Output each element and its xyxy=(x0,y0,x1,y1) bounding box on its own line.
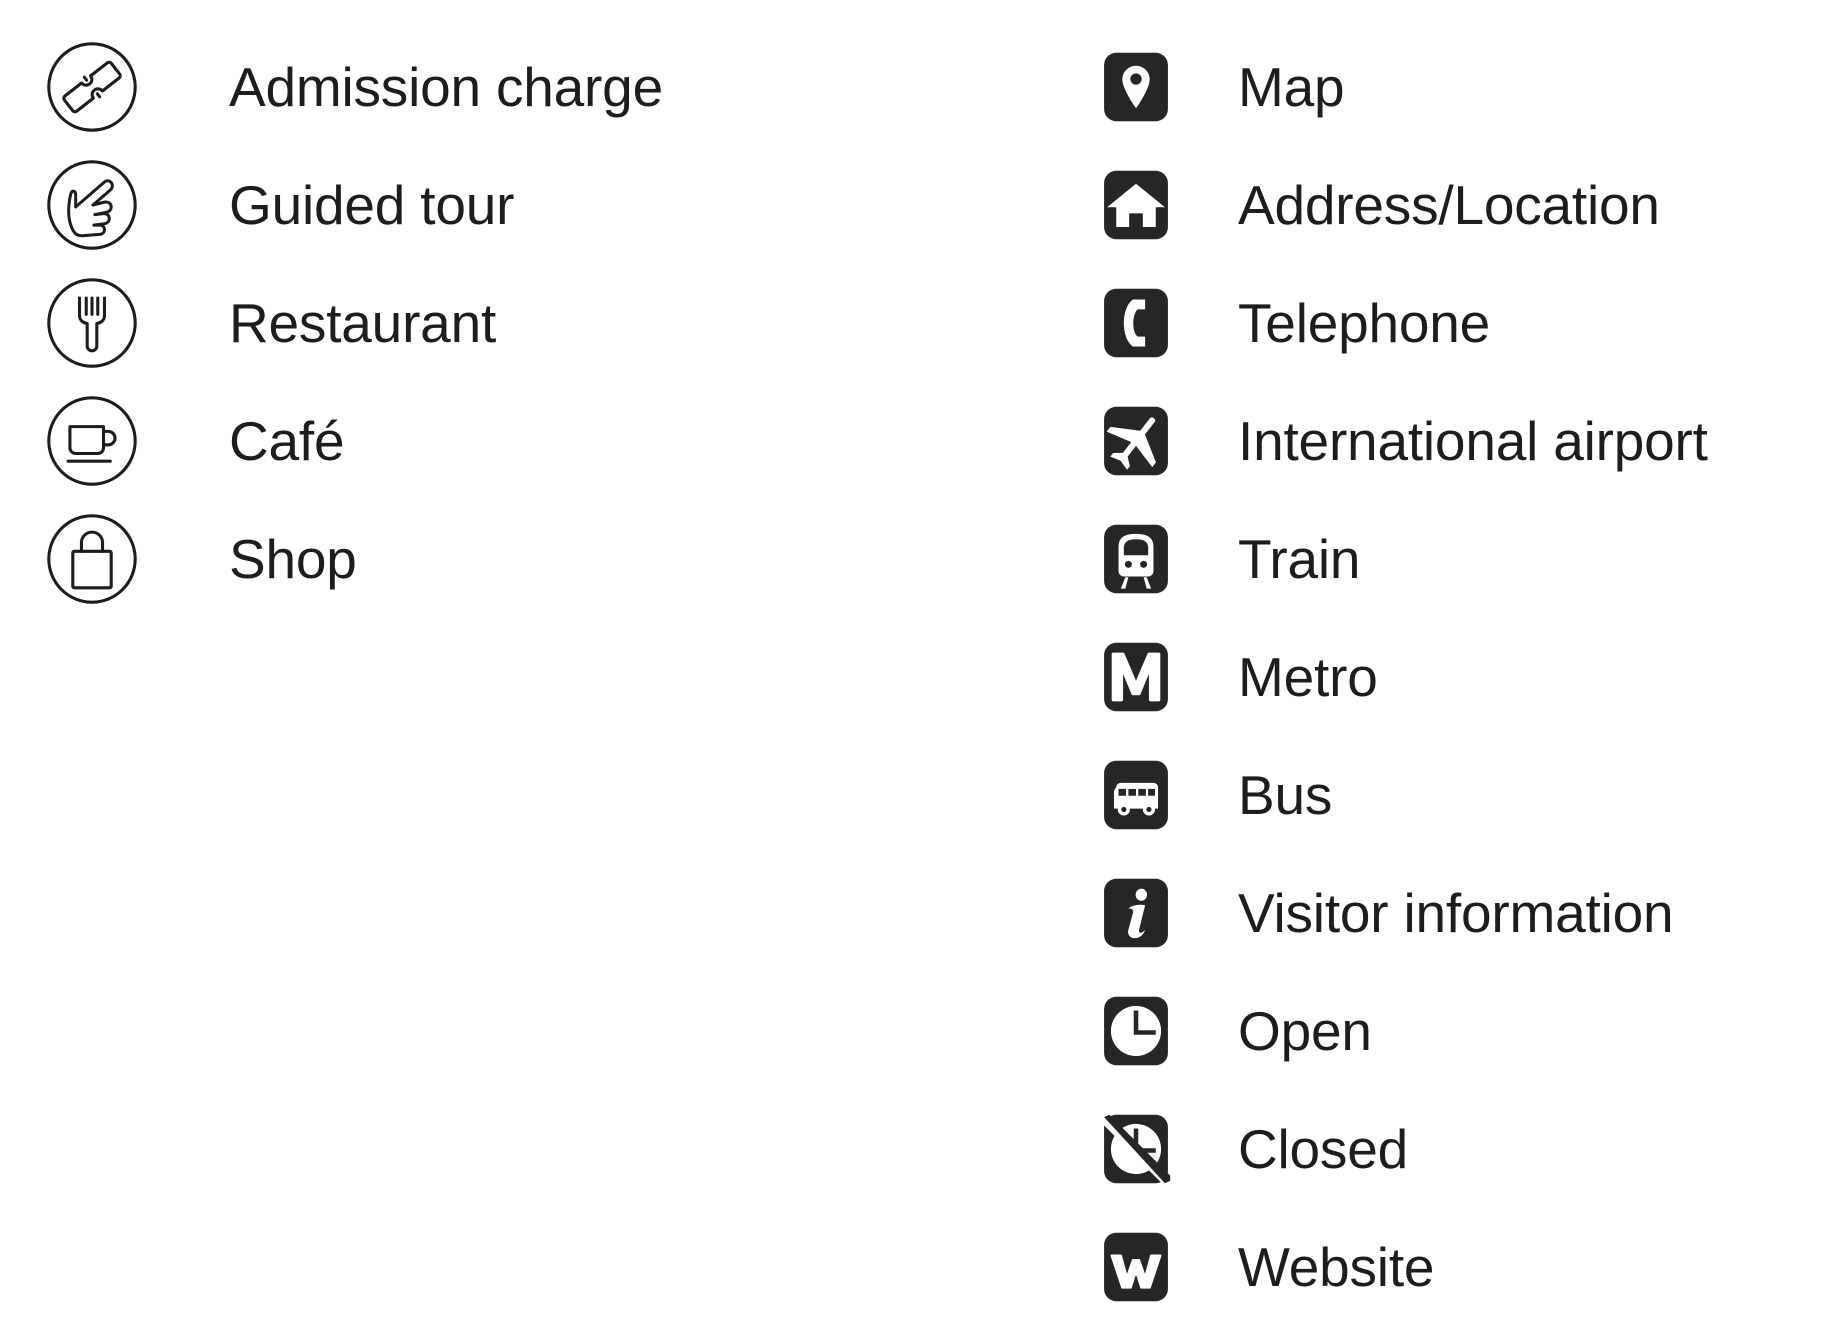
legend-item-map: Map xyxy=(1098,28,1708,146)
bus-icon xyxy=(1098,757,1174,833)
legend-item-metro: Metro xyxy=(1098,618,1708,736)
fork-icon xyxy=(40,275,144,371)
legend-item-label: Closed xyxy=(1238,1117,1409,1180)
legend-item-label: Café xyxy=(229,409,345,472)
legend-item-shop: Shop xyxy=(40,500,663,618)
website-w-icon xyxy=(1098,1229,1174,1305)
coffee-cup-icon xyxy=(40,393,144,489)
metro-m-icon xyxy=(1098,639,1174,715)
legend-item-label: Shop xyxy=(229,527,357,590)
legend-item-label: Metro xyxy=(1238,645,1378,708)
legend-item-label: International airport xyxy=(1238,409,1708,472)
house-icon xyxy=(1098,167,1174,243)
legend-item-label: Guided tour xyxy=(229,173,515,236)
map-pin-icon xyxy=(1098,49,1174,125)
legend-item-train: Train xyxy=(1098,500,1708,618)
telephone-icon xyxy=(1098,285,1174,361)
legend-item-cafe: Café xyxy=(40,382,663,500)
shopping-bag-icon xyxy=(40,511,144,607)
legend-item-restaurant: Restaurant xyxy=(40,264,663,382)
airplane-icon xyxy=(1098,403,1174,479)
legend-item-label: Bus xyxy=(1238,763,1333,826)
legend-item-label: Website xyxy=(1238,1235,1435,1298)
clock-open-icon xyxy=(1098,993,1174,1069)
information-i-icon xyxy=(1098,875,1174,951)
legend-item-website: Website xyxy=(1098,1208,1708,1326)
legend-item-address-location: Address/Location xyxy=(1098,146,1708,264)
legend-item-label: Admission charge xyxy=(229,55,663,118)
legend-item-label: Train xyxy=(1238,527,1361,590)
ticket-icon xyxy=(40,39,144,135)
legend-item-telephone: Telephone xyxy=(1098,264,1708,382)
legend-panel: Admission charge Guided tour Restaurant … xyxy=(0,0,1836,1318)
legend-item-label: Restaurant xyxy=(229,291,497,354)
legend-item-label: Telephone xyxy=(1238,291,1491,354)
legend-item-admission-charge: Admission charge xyxy=(40,28,663,146)
legend-item-label: Open xyxy=(1238,999,1372,1062)
legend-item-closed: Closed xyxy=(1098,1090,1708,1208)
legend-item-label: Address/Location xyxy=(1238,173,1660,236)
legend-item-international-airport: International airport xyxy=(1098,382,1708,500)
clock-closed-icon xyxy=(1098,1111,1174,1187)
legend-item-bus: Bus xyxy=(1098,736,1708,854)
legend-item-visitor-information: Visitor information xyxy=(1098,854,1708,972)
legend-item-open: Open xyxy=(1098,972,1708,1090)
train-icon xyxy=(1098,521,1174,597)
legend-column-facilities: Admission charge Guided tour Restaurant … xyxy=(40,28,663,618)
legend-item-guided-tour: Guided tour xyxy=(40,146,663,264)
legend-item-label: Visitor information xyxy=(1238,881,1674,944)
legend-column-practical-information: Map Address/Location Telephone Internati… xyxy=(1098,28,1708,1326)
pointing-hand-icon xyxy=(40,157,144,253)
legend-item-label: Map xyxy=(1238,55,1345,118)
